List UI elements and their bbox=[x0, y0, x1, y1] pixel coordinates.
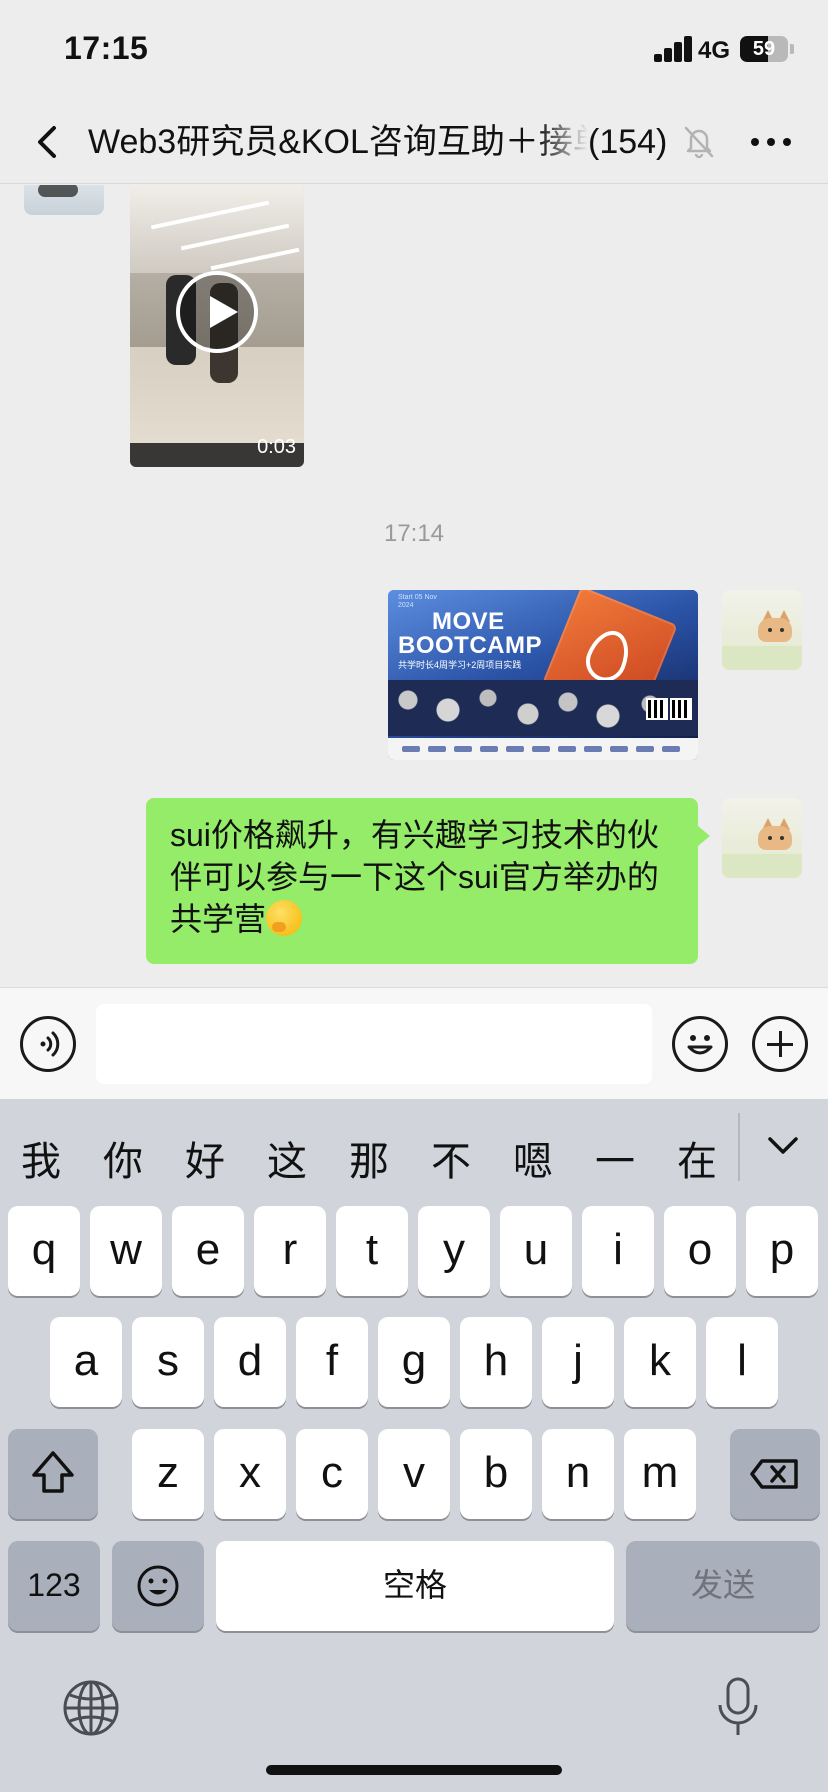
poster-sponsor-bar bbox=[388, 738, 698, 760]
video-duration: 0:03 bbox=[257, 436, 296, 458]
chat-header: Web3研究员&KOL咨询互助＋接单(154) bbox=[0, 100, 828, 184]
qr-code bbox=[646, 698, 668, 720]
my-avatar[interactable] bbox=[722, 590, 802, 670]
candidate-word[interactable]: 你 bbox=[82, 1129, 164, 1187]
status-bar: 17:15 4G 59 bbox=[0, 0, 828, 100]
key-c[interactable]: c bbox=[296, 1429, 368, 1519]
key-a[interactable]: a bbox=[50, 1317, 122, 1407]
key-x[interactable]: x bbox=[214, 1429, 286, 1519]
voice-wave-icon[interactable] bbox=[20, 1016, 76, 1072]
voice-wave-glyph bbox=[40, 1031, 60, 1057]
candidate-divider bbox=[738, 1113, 740, 1181]
shift-key[interactable] bbox=[8, 1429, 98, 1519]
candidate-bar: 我 你 好 这 那 不 嗯 一 在 bbox=[0, 1099, 828, 1209]
key-e[interactable]: e bbox=[172, 1206, 244, 1296]
candidate-word[interactable]: 我 bbox=[0, 1129, 82, 1187]
key-t[interactable]: t bbox=[336, 1206, 408, 1296]
home-indicator[interactable] bbox=[266, 1765, 562, 1775]
candidate-word[interactable]: 一 bbox=[574, 1129, 656, 1187]
key-m[interactable]: m bbox=[624, 1429, 696, 1519]
play-icon[interactable] bbox=[176, 271, 258, 353]
message-list[interactable]: 0:03 17:14 Start 05 Nov 2024 MOVE BOOTCA… bbox=[0, 185, 828, 987]
ellipsis-icon[interactable] bbox=[746, 122, 796, 162]
poster-subtitle: 共学时长4周学习+2周项目实践 bbox=[398, 660, 522, 670]
status-time: 17:15 bbox=[64, 30, 149, 66]
emoji-key-icon bbox=[137, 1565, 179, 1607]
shift-arrow-icon bbox=[32, 1451, 74, 1493]
text-message[interactable]: sui价格飙升，有兴趣学习技术的伙伴可以参与一下这个sui官方举办的共学营 bbox=[146, 798, 710, 964]
candidate-word[interactable]: 好 bbox=[164, 1129, 246, 1187]
sender-avatar[interactable] bbox=[24, 185, 104, 215]
numbers-key[interactable]: 123 bbox=[8, 1541, 100, 1631]
thinking-face-emoji bbox=[266, 900, 303, 936]
chevron-left-icon[interactable] bbox=[28, 120, 68, 164]
key-b[interactable]: b bbox=[460, 1429, 532, 1519]
key-r[interactable]: r bbox=[254, 1206, 326, 1296]
backspace-key[interactable] bbox=[730, 1429, 820, 1519]
key-d[interactable]: d bbox=[214, 1317, 286, 1407]
video-thumbnail bbox=[130, 185, 304, 273]
send-key[interactable]: 发送 bbox=[626, 1541, 820, 1631]
video-message[interactable]: 0:03 bbox=[130, 185, 304, 467]
key-p[interactable]: p bbox=[746, 1206, 818, 1296]
key-o[interactable]: o bbox=[664, 1206, 736, 1296]
bell-off-icon bbox=[684, 126, 714, 159]
candidate-word[interactable]: 这 bbox=[246, 1129, 328, 1187]
member-count: (154) bbox=[588, 123, 668, 161]
key-f[interactable]: f bbox=[296, 1317, 368, 1407]
battery-percent: 59 bbox=[752, 38, 776, 60]
message-timestamp: 17:14 bbox=[383, 520, 445, 547]
network-type: 4G bbox=[698, 37, 731, 64]
candidate-word[interactable]: 不 bbox=[410, 1129, 492, 1187]
key-q[interactable]: q bbox=[8, 1206, 80, 1296]
candidate-word[interactable]: 嗯 bbox=[492, 1129, 574, 1187]
my-avatar[interactable] bbox=[722, 798, 802, 878]
chevron-down-icon[interactable] bbox=[762, 1129, 804, 1165]
poster-title-line2: BOOTCAMP bbox=[398, 632, 542, 659]
key-g[interactable]: g bbox=[378, 1317, 450, 1407]
keyboard: 我 你 好 这 那 不 嗯 一 在 q w e r t y u i o p a … bbox=[0, 1099, 828, 1792]
key-j[interactable]: j bbox=[542, 1317, 614, 1407]
key-s[interactable]: s bbox=[132, 1317, 204, 1407]
candidate-word[interactable]: 在 bbox=[656, 1129, 738, 1187]
key-n[interactable]: n bbox=[542, 1429, 614, 1519]
cellular-signal-icon bbox=[654, 36, 702, 62]
poster-title-line1: MOVE bbox=[432, 608, 505, 635]
key-y[interactable]: y bbox=[418, 1206, 490, 1296]
message-text: sui价格飙升，有兴趣学习技术的伙伴可以参与一下这个sui官方举办的共学营 bbox=[170, 817, 659, 937]
group-name: Web3研究员&KOL咨询互助＋接单 bbox=[88, 123, 588, 161]
battery-icon: 59 bbox=[740, 36, 788, 62]
emoji-key[interactable] bbox=[112, 1541, 204, 1631]
plus-circle-icon[interactable] bbox=[752, 1016, 808, 1072]
key-k[interactable]: k bbox=[624, 1317, 696, 1407]
space-key[interactable]: 空格 bbox=[216, 1541, 614, 1631]
key-h[interactable]: h bbox=[460, 1317, 532, 1407]
qr-code bbox=[670, 698, 692, 720]
image-message[interactable]: Start 05 Nov 2024 MOVE BOOTCAMP 共学时长4周学习… bbox=[388, 590, 698, 760]
key-l[interactable]: l bbox=[706, 1317, 778, 1407]
message-input[interactable] bbox=[96, 1004, 652, 1084]
candidate-word[interactable]: 那 bbox=[328, 1129, 410, 1187]
smiley-glyph bbox=[687, 1035, 713, 1055]
battery-cap bbox=[790, 44, 794, 54]
key-z[interactable]: z bbox=[132, 1429, 204, 1519]
poster-title: MOVE BOOTCAMP bbox=[398, 610, 542, 658]
key-v[interactable]: v bbox=[378, 1429, 450, 1519]
microphone-icon[interactable] bbox=[716, 1675, 760, 1739]
backspace-icon bbox=[750, 1459, 798, 1489]
smiley-icon[interactable] bbox=[672, 1016, 728, 1072]
key-w[interactable]: w bbox=[90, 1206, 162, 1296]
key-i[interactable]: i bbox=[582, 1206, 654, 1296]
chat-title[interactable]: Web3研究员&KOL咨询互助＋接单(154) bbox=[88, 120, 680, 164]
message-input-bar bbox=[0, 987, 828, 1099]
globe-icon[interactable] bbox=[62, 1679, 120, 1737]
key-u[interactable]: u bbox=[500, 1206, 572, 1296]
